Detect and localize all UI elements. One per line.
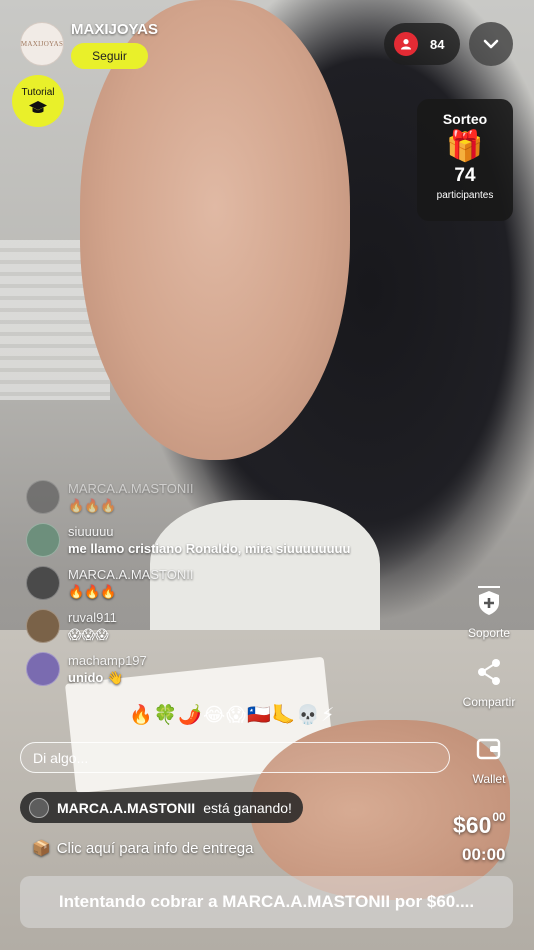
auction-price: $6000 — [453, 810, 506, 839]
channel-avatar-text: MAXIJOYAS — [20, 40, 64, 48]
channel-name[interactable]: MAXIJOYAS — [71, 21, 158, 38]
chat-username[interactable]: siuuuuu — [68, 524, 350, 539]
raffle-caption: participantes — [436, 190, 494, 201]
chat-username[interactable]: machamp197 — [68, 653, 147, 668]
wallet-button[interactable]: Wallet — [452, 732, 526, 786]
winner-suffix: está ganando! — [203, 799, 292, 816]
wallet-icon — [476, 738, 501, 760]
chat-message: MARCA.A.MASTONII 🔥🔥🔥 — [26, 480, 426, 514]
winner-user: MARCA.A.MASTONII — [57, 799, 196, 816]
viewer-counter[interactable]: 84 — [384, 23, 460, 65]
chat-text: me llamo cristiano Ronaldo, mira siuuuuu… — [68, 541, 351, 556]
chat-text: 🔥🔥🔥 — [68, 498, 117, 513]
chat-username[interactable]: ruval911 — [68, 610, 117, 625]
chat-message: siuuuuu me llamo cristiano Ronaldo, mira … — [26, 523, 426, 557]
winner-banner: MARCA.A.MASTONII está ganando! — [20, 792, 303, 823]
viewers-icon — [394, 32, 418, 56]
auction-price-main: $60 — [453, 812, 492, 838]
support-button[interactable]: Soporte — [452, 584, 526, 640]
tutorial-label: Tutorial — [21, 86, 55, 98]
support-label: Soporte — [467, 626, 511, 640]
share-icon — [478, 659, 500, 685]
winner-avatar — [29, 797, 49, 818]
payment-status-bar: Intentando cobrar a MARCA.A.MASTONII por… — [20, 876, 513, 928]
tutorial-button[interactable]: Tutorial — [12, 75, 64, 127]
raffle-count: 74 — [454, 165, 476, 186]
chevron-down-icon — [483, 39, 499, 49]
chat-message: ruval911 😱😱😱 — [26, 609, 426, 643]
wallet-label: Wallet — [472, 772, 506, 786]
quick-emoji-bar[interactable]: 🔥🍀🌶️😂😱🇨🇱🦶💀⚡ — [129, 703, 335, 727]
gift-icon: 🎁 — [446, 130, 484, 163]
shield-plus-icon — [478, 586, 500, 615]
viewer-count: 84 — [430, 36, 445, 52]
chat-username[interactable]: MARCA.A.MASTONII — [68, 481, 193, 496]
share-button[interactable]: Compartir — [452, 655, 526, 709]
package-icon: 📦 — [32, 840, 51, 857]
chat-username[interactable]: MARCA.A.MASTONII — [68, 567, 193, 582]
chat-user-avatar[interactable] — [26, 480, 60, 514]
follow-button[interactable]: Seguir — [71, 43, 148, 69]
video-host-face — [80, 0, 350, 460]
collapse-button[interactable] — [469, 22, 513, 66]
chat-message: machamp197 unido 👋 — [26, 652, 426, 686]
chat-user-avatar[interactable] — [26, 566, 60, 600]
delivery-label: Clic aquí para info de entrega — [56, 839, 254, 857]
channel-avatar[interactable]: MAXIJOYAS — [20, 22, 64, 66]
graduation-cap-icon — [29, 100, 47, 113]
chat-input[interactable] — [20, 742, 450, 773]
chat-user-avatar[interactable] — [26, 652, 60, 686]
chat-user-avatar[interactable] — [26, 523, 60, 557]
chat-text: 🔥🔥🔥 — [68, 584, 117, 599]
delivery-info-link[interactable]: 📦 Clic aquí para info de entrega — [32, 839, 254, 858]
auction-timer: 00:00 — [462, 845, 506, 864]
chat-message: MARCA.A.MASTONII 🔥🔥🔥 — [26, 566, 426, 600]
share-label: Compartir — [462, 695, 516, 709]
raffle-title: Sorteo — [442, 111, 488, 127]
auction-price-cents: 00 — [492, 810, 506, 825]
chat-text: 😱😱😱 — [68, 627, 109, 642]
chat-text: unido 👋 — [68, 670, 124, 685]
chat-user-avatar[interactable] — [26, 609, 60, 643]
raffle-card[interactable]: Sorteo 🎁 74 participantes — [417, 99, 513, 221]
chat-feed[interactable]: MARCA.A.MASTONII 🔥🔥🔥 siuuuuu me llamo crist… — [26, 480, 426, 695]
